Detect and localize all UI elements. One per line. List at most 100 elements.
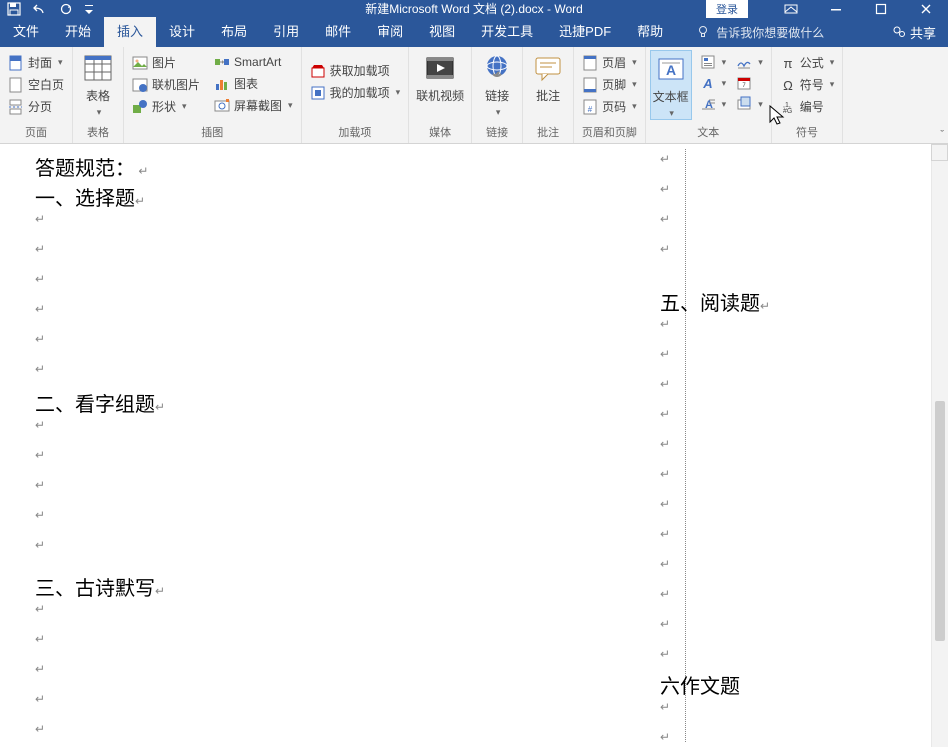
text-line[interactable]: 三、古诗默写↵: [35, 572, 165, 601]
para-mark[interactable]: ↵: [660, 587, 670, 602]
footer-button[interactable]: 页脚▾: [578, 74, 641, 95]
para-mark[interactable]: ↵: [660, 242, 670, 257]
text-line[interactable]: 六作文题: [660, 670, 740, 699]
para-mark[interactable]: ↵: [660, 152, 670, 167]
group-illustrations: 图片 联机图片 形状▾ SmartArt 图表 屏幕截图▾ 插图: [124, 47, 302, 143]
para-mark[interactable]: ↵: [35, 418, 45, 433]
para-mark[interactable]: ↵: [35, 212, 45, 227]
minimize-icon[interactable]: [813, 0, 858, 17]
my-addins-button[interactable]: 我的加载项▾: [306, 82, 405, 103]
online-video-button[interactable]: 联机视频: [413, 50, 467, 104]
para-mark[interactable]: ↵: [35, 242, 45, 257]
para-mark[interactable]: ↵: [660, 377, 670, 392]
redo-icon[interactable]: [58, 1, 74, 17]
para-mark[interactable]: ↵: [660, 617, 670, 632]
tab-view[interactable]: 视图: [416, 17, 468, 47]
tab-file[interactable]: 文件: [0, 17, 52, 47]
object-button[interactable]: ▾: [732, 94, 767, 114]
header-button[interactable]: 页眉▾: [578, 52, 641, 73]
screenshot-button[interactable]: 屏幕截图▾: [210, 95, 297, 116]
number-button[interactable]: ,1,#G编号: [776, 96, 839, 117]
table-button[interactable]: 表格▾: [77, 50, 119, 118]
para-mark[interactable]: ↵: [660, 557, 670, 572]
para-mark[interactable]: ↵: [35, 272, 45, 287]
text-line[interactable]: 五、阅读题↵: [660, 287, 770, 316]
text-line[interactable]: 答题规范： ↵: [35, 152, 148, 181]
tab-home[interactable]: 开始: [52, 17, 104, 47]
collapse-ribbon-icon[interactable]: ˇ: [940, 129, 944, 141]
para-mark[interactable]: ↵: [35, 332, 45, 347]
get-addins-button[interactable]: 获取加载项: [306, 60, 405, 81]
tab-help[interactable]: 帮助: [624, 17, 676, 47]
para-mark[interactable]: ↵: [660, 527, 670, 542]
para-mark[interactable]: ↵: [660, 212, 670, 227]
para-mark[interactable]: ↵: [35, 302, 45, 317]
table-label: 表格: [86, 87, 110, 104]
para-mark[interactable]: ↵: [35, 632, 45, 647]
para-mark[interactable]: ↵: [35, 722, 45, 737]
shapes-button[interactable]: 形状▾: [128, 96, 204, 117]
tab-developer[interactable]: 开发工具: [468, 17, 546, 47]
group-label-text: 文本: [697, 122, 719, 143]
page-number-button[interactable]: #页码▾: [578, 96, 641, 117]
datetime-button[interactable]: 7: [732, 73, 767, 93]
tell-me-search[interactable]: 告诉我你想要做什么: [696, 24, 824, 41]
page[interactable]: 答题规范： ↵ 一、选择题↵ ↵ ↵ ↵ ↵ ↵ ↵ 二、看字组题↵ ↵ ↵ ↵…: [30, 144, 928, 747]
textbox-button[interactable]: A 文本框▾: [650, 50, 692, 120]
para-mark[interactable]: ↵: [35, 692, 45, 707]
my-addins-label: 我的加载项: [330, 84, 390, 101]
smartart-button[interactable]: SmartArt: [210, 52, 297, 72]
quick-parts-button[interactable]: ▾: [696, 52, 731, 72]
para-mark[interactable]: ↵: [660, 730, 670, 745]
save-icon[interactable]: [6, 1, 22, 17]
para-mark[interactable]: ↵: [660, 647, 670, 662]
text-line[interactable]: 一、选择题↵: [35, 182, 145, 211]
tab-insert[interactable]: 插入: [104, 17, 156, 47]
para-mark[interactable]: ↵: [35, 448, 45, 463]
equation-button[interactable]: π公式▾: [776, 52, 839, 73]
text-line[interactable]: 二、看字组题↵: [35, 388, 165, 417]
cover-page-button[interactable]: 封面▾: [4, 52, 68, 73]
maximize-icon[interactable]: [858, 0, 903, 17]
links-button[interactable]: 链接▾: [476, 50, 518, 118]
tab-review[interactable]: 审阅: [364, 17, 416, 47]
blank-page-button[interactable]: 空白页: [4, 74, 68, 95]
chart-button[interactable]: 图表: [210, 73, 297, 94]
wordart-button[interactable]: A▾: [696, 73, 731, 93]
dropcap-button[interactable]: A▾: [696, 94, 731, 114]
share-button[interactable]: 共享: [892, 23, 936, 42]
para-mark[interactable]: ↵: [660, 497, 670, 512]
login-button[interactable]: 登录: [706, 0, 748, 18]
para-mark[interactable]: ↵: [35, 602, 45, 617]
para-mark[interactable]: ↵: [35, 662, 45, 677]
signature-button[interactable]: ▾: [732, 52, 767, 72]
para-mark[interactable]: ↵: [35, 508, 45, 523]
page-break-button[interactable]: 分页: [4, 96, 68, 117]
comment-button[interactable]: 批注: [527, 50, 569, 104]
tab-mailings[interactable]: 邮件: [312, 17, 364, 47]
undo-icon[interactable]: [32, 1, 48, 17]
qat-more-icon[interactable]: [84, 1, 94, 17]
para-mark[interactable]: ↵: [35, 362, 45, 377]
tab-layout[interactable]: 布局: [208, 17, 260, 47]
scroll-thumb[interactable]: [935, 401, 945, 641]
para-mark[interactable]: ↵: [660, 407, 670, 422]
para-mark[interactable]: ↵: [660, 437, 670, 452]
para-mark[interactable]: ↵: [35, 478, 45, 493]
vertical-scrollbar[interactable]: [931, 161, 948, 747]
tab-pdf[interactable]: 迅捷PDF: [546, 17, 624, 47]
close-icon[interactable]: [903, 0, 948, 17]
para-mark[interactable]: ↵: [660, 182, 670, 197]
para-mark[interactable]: ↵: [660, 317, 670, 332]
para-mark[interactable]: ↵: [35, 538, 45, 553]
symbol-button[interactable]: Ω符号▾: [776, 74, 839, 95]
tab-design[interactable]: 设计: [156, 17, 208, 47]
para-mark[interactable]: ↵: [660, 467, 670, 482]
tab-references[interactable]: 引用: [260, 17, 312, 47]
para-mark[interactable]: ↵: [660, 347, 670, 362]
comment-label: 批注: [536, 87, 560, 104]
online-pictures-button[interactable]: 联机图片: [128, 74, 204, 95]
ribbon-display-options-icon[interactable]: [768, 0, 813, 17]
para-mark[interactable]: ↵: [660, 700, 670, 715]
pictures-button[interactable]: 图片: [128, 52, 204, 73]
